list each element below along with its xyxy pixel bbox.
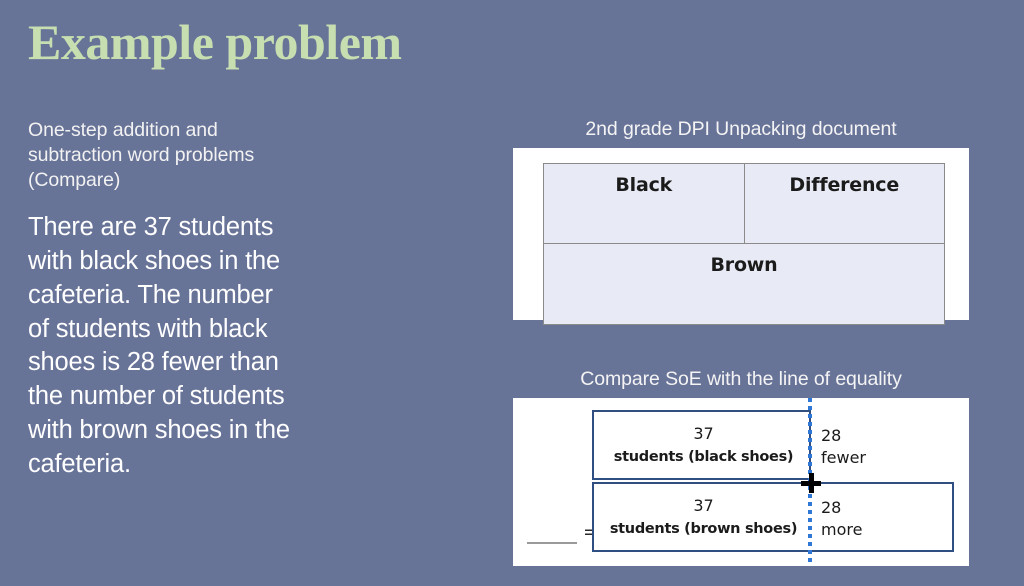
page-title: Example problem [28, 14, 402, 70]
dpi-bar-model-table: Black Difference Brown [543, 163, 945, 326]
soe-difference-fewer-word: fewer [821, 447, 866, 467]
soe-difference-fewer-number: 28 [821, 426, 842, 446]
soe-bar-black-content: 37 students (black shoes) [594, 412, 813, 478]
soe-bar-black-number: 37 [693, 424, 714, 444]
soe-difference-more-word: more [821, 519, 863, 539]
soe-bar-black-label: students (black shoes) [613, 448, 794, 465]
table-row: Black Difference [543, 163, 945, 245]
soe-figure-panel: = 37 students (black shoes) 37 students … [513, 398, 969, 567]
soe-bar-brown-label: students (brown shoes) [609, 520, 798, 537]
figure-dpi-unpacking: 2nd grade DPI Unpacking document Black D… [513, 118, 969, 326]
figure-caption-soe: Compare SoE with the line of equality [580, 368, 902, 390]
dpi-cell-difference: Difference [743, 163, 945, 245]
table-row: Brown [543, 243, 945, 326]
dpi-cell-black: Black [543, 163, 745, 245]
soe-bar-brown-shoes: 37 students (brown shoes) [592, 482, 954, 553]
soe-difference-more-number: 28 [821, 498, 842, 518]
soe-difference-more: 28 more [821, 497, 862, 540]
soe-bar-black-shoes: 37 students (black shoes) [592, 410, 813, 481]
answer-blank-line [527, 542, 577, 545]
problem-type-subheading: One-step addition and subtraction word p… [28, 119, 255, 191]
figure-caption-dpi: 2nd grade DPI Unpacking document [585, 118, 897, 140]
left-text-column: One-step addition and subtraction word p… [28, 118, 328, 482]
dpi-cell-brown: Brown [543, 243, 945, 326]
soe-difference-fewer: 28 fewer [821, 425, 866, 468]
word-problem-text: There are 37 students with black shoes i… [28, 212, 290, 479]
figure-compare-soe: Compare SoE with the line of equality = … [513, 368, 969, 567]
plus-icon [801, 473, 821, 494]
soe-bar-brown-content: 37 students (brown shoes) [594, 484, 813, 550]
dpi-figure-panel: Black Difference Brown [513, 148, 969, 326]
soe-bar-brown-number: 37 [693, 496, 714, 516]
